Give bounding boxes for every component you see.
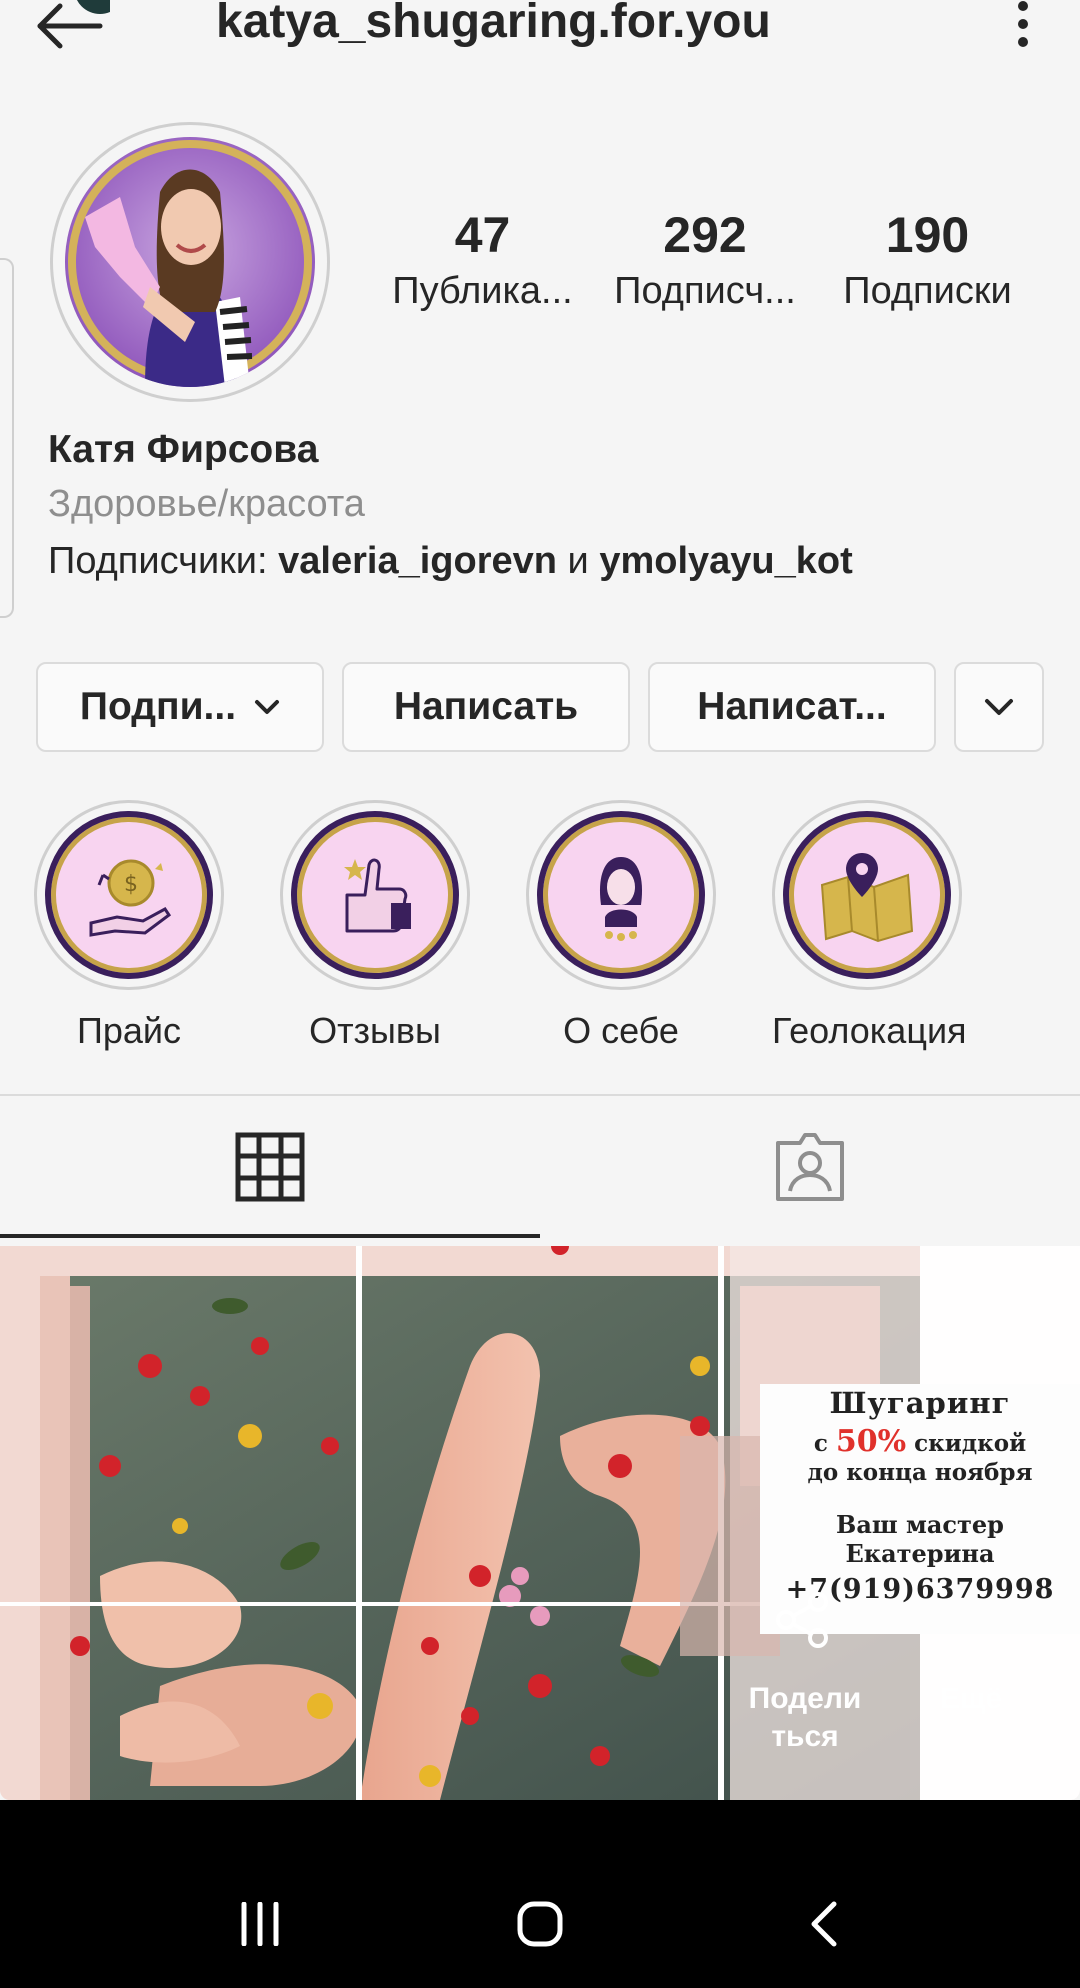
highlight-cover: $ bbox=[45, 811, 213, 979]
posts-count-label: Публика... bbox=[392, 270, 573, 312]
back-arrow-icon[interactable] bbox=[30, 0, 110, 60]
tab-posts-grid[interactable] bbox=[0, 1096, 540, 1238]
svg-text:$: $ bbox=[124, 872, 138, 897]
highlight-ring: $ bbox=[34, 800, 224, 990]
message-button-label: Написать bbox=[393, 685, 579, 728]
highlight-ring bbox=[526, 800, 716, 990]
posts-count[interactable]: 47 Публика... bbox=[385, 205, 580, 317]
home-icon[interactable] bbox=[516, 1900, 564, 1948]
highlight-label: Отзывы bbox=[309, 1010, 441, 1051]
profile-username-title: katya_shugaring.for.you bbox=[216, 0, 771, 48]
highlight-label: О себе bbox=[563, 1010, 679, 1051]
email-button[interactable]: Написат... bbox=[648, 662, 936, 752]
promo-master-name: Екатерина bbox=[845, 1539, 995, 1568]
mutual-follower-link[interactable]: ymolyayu_kot bbox=[599, 540, 852, 582]
mutual-followers-joiner: и bbox=[556, 540, 600, 582]
highlight-label: Прайс bbox=[76, 1010, 182, 1051]
highlight-cover bbox=[783, 811, 951, 979]
following-count-label: Подписки bbox=[843, 270, 1012, 312]
email-button-label: Написат... bbox=[697, 685, 887, 728]
promo-discount-percent: 50% bbox=[835, 1424, 907, 1459]
avatar-photo bbox=[65, 137, 315, 387]
highlight-ring bbox=[280, 800, 470, 990]
share-button-label[interactable]: Подели ться bbox=[740, 1680, 870, 1756]
suggested-accounts-button[interactable] bbox=[954, 662, 1044, 752]
mutual-followers-prefix: Подписчики: bbox=[48, 540, 279, 582]
highlight-ring bbox=[772, 800, 962, 990]
highlight-cover bbox=[291, 811, 459, 979]
highlight-price[interactable]: $ Прайс bbox=[34, 800, 224, 1052]
followers-count-label: Подписч... bbox=[614, 270, 796, 312]
recent-apps-icon[interactable] bbox=[238, 1902, 282, 1946]
highlight-reviews[interactable]: Отзывы bbox=[280, 800, 470, 1052]
highlight-cover bbox=[537, 811, 705, 979]
posts-count-value: 47 bbox=[454, 207, 511, 263]
side-edge-handle bbox=[0, 258, 14, 618]
tagged-person-icon bbox=[776, 1133, 844, 1201]
tab-tagged[interactable] bbox=[540, 1096, 1080, 1238]
woman-portrait-icon bbox=[599, 857, 643, 941]
coin-hand-icon: $ bbox=[89, 859, 172, 937]
promo-title: Шугаринг bbox=[829, 1386, 1011, 1420]
grid-icon bbox=[235, 1132, 305, 1202]
promo-deadline: до конца ноября bbox=[807, 1459, 1033, 1486]
following-dropdown-button[interactable]: Подпи... bbox=[36, 662, 324, 752]
more-options-icon[interactable] bbox=[1005, 0, 1041, 60]
chevron-down-icon bbox=[255, 700, 280, 714]
promo-discount: с 50% скидкой bbox=[760, 1424, 1080, 1459]
system-navigation-bar bbox=[0, 1800, 1080, 1988]
highlight-about[interactable]: О себе bbox=[526, 800, 716, 1052]
message-button[interactable]: Написать bbox=[342, 662, 630, 752]
promo-discount-suffix: скидкой bbox=[906, 1430, 1027, 1457]
map-pin-icon bbox=[820, 853, 914, 943]
profile-category: Здоровье/красота bbox=[48, 483, 365, 525]
profile-display-name: Катя Фирсова bbox=[48, 428, 319, 471]
promo-discount-prefix: с bbox=[813, 1430, 836, 1457]
mutual-followers[interactable]: Подписчики: valeria_igorevn и ymolyayu_k… bbox=[48, 540, 853, 583]
chevron-down-icon bbox=[985, 699, 1013, 715]
followers-count-value: 292 bbox=[663, 207, 747, 263]
profile-avatar[interactable] bbox=[50, 122, 330, 402]
active-tab-indicator bbox=[0, 1234, 540, 1238]
back-icon[interactable] bbox=[806, 1900, 842, 1948]
highlight-label: Геолокация bbox=[772, 1010, 967, 1051]
top-bar: katya_shugaring.for.you bbox=[0, 0, 1080, 70]
following-count-value: 190 bbox=[885, 207, 970, 263]
thumbs-up-icon bbox=[344, 858, 411, 933]
mutual-follower-link[interactable]: valeria_igorevn bbox=[278, 540, 557, 582]
followers-count[interactable]: 292 Подписч... bbox=[605, 205, 805, 317]
following-count[interactable]: 190 Подписки bbox=[830, 205, 1025, 317]
share-icon[interactable] bbox=[772, 1590, 832, 1650]
highlight-location[interactable]: Геолокация bbox=[772, 800, 967, 1052]
more-button-label[interactable]: Ещё bbox=[940, 1682, 1002, 1716]
promo-master-label: Ваш мастер bbox=[836, 1510, 1004, 1539]
following-button-label: Подпи... bbox=[79, 685, 237, 728]
